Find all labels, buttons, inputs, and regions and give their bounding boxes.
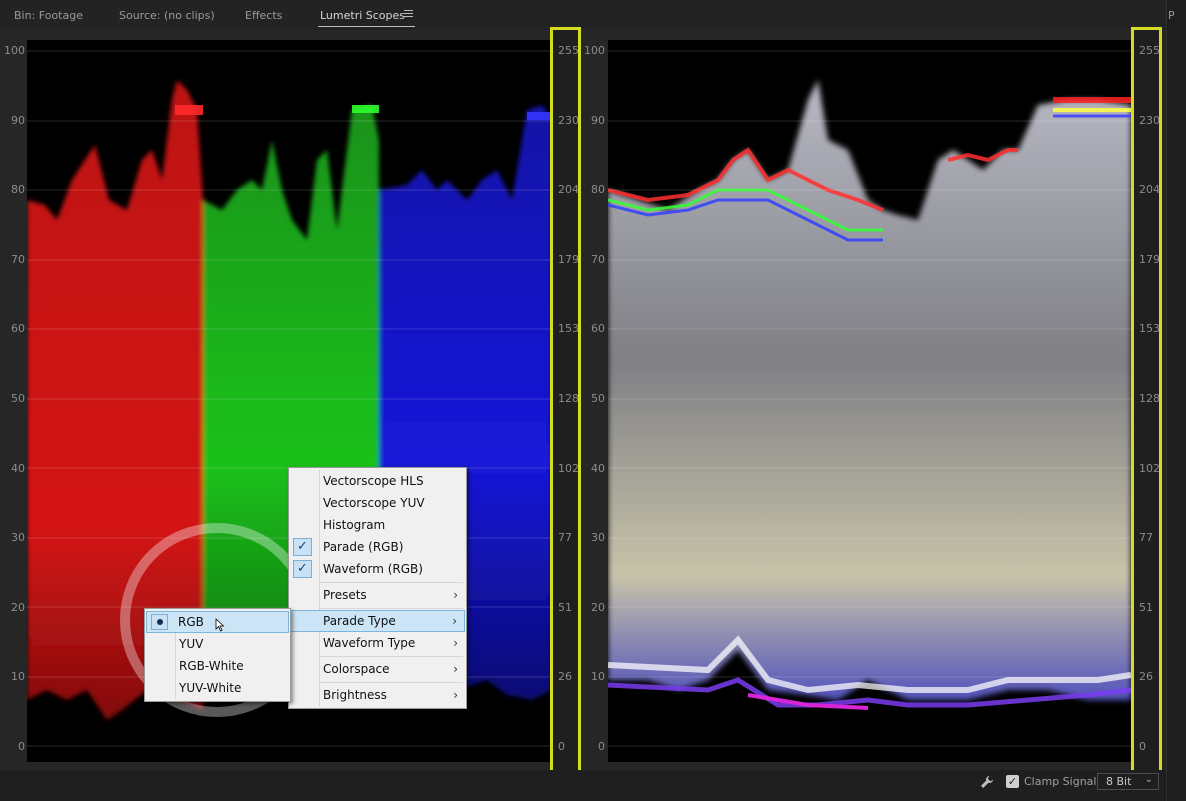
submenu-arrow-icon: › [453, 636, 458, 650]
menu-item-parade-type[interactable]: Parade Type › [290, 610, 465, 632]
scale-label: 30 [591, 531, 605, 545]
mouse-cursor-icon [215, 618, 225, 632]
submenu-arrow-icon: › [453, 688, 458, 702]
scale-label: 20 [591, 600, 605, 614]
tab-lumetri-scopes[interactable]: Lumetri Scopes [320, 9, 405, 22]
scale-label: 51 [1139, 600, 1153, 614]
clamp-signal-checkbox[interactable]: ✓ [1006, 775, 1019, 788]
menu-item-vectorscope-hls[interactable]: Vectorscope HLS [289, 470, 466, 492]
radio-selected-icon [151, 614, 168, 630]
chevron-down-icon: ⌄ [1144, 774, 1153, 785]
scope-context-menu: Vectorscope HLS Vectorscope YUV Histogra… [288, 467, 467, 709]
menu-item-parade-rgb[interactable]: ✓ Parade (RGB) [289, 536, 466, 558]
scale-label: 0 [18, 740, 25, 753]
scale-label: 0 [1139, 740, 1146, 753]
scale-label: 51 [558, 600, 572, 614]
scale-label: 100 [4, 44, 25, 57]
adjacent-panel-edge [1166, 0, 1186, 801]
scale-label: 0 [598, 740, 605, 753]
scale-label: 26 [558, 670, 572, 684]
scale-label: 230 [1139, 113, 1160, 127]
submenu-arrow-icon: › [453, 588, 458, 602]
scale-label: 26 [1139, 670, 1153, 684]
scale-label: 128 [558, 392, 579, 405]
scale-label: 40 [591, 461, 605, 475]
submenu-arrow-icon: › [453, 662, 458, 676]
submenu-item-yuv[interactable]: YUV [145, 633, 290, 655]
scale-label: 255 [558, 44, 579, 57]
scale-label: 70 [591, 252, 605, 266]
tab-source[interactable]: Source: (no clips) [119, 9, 215, 22]
scale-label: 90 [11, 113, 25, 127]
submenu-item-rgb-white[interactable]: RGB-White [145, 655, 290, 677]
scale-label: 128 [1139, 392, 1160, 405]
submenu-arrow-icon: › [452, 614, 457, 628]
scale-label: 77 [1139, 531, 1153, 545]
tab-bin-footage[interactable]: Bin: Footage [14, 9, 83, 22]
scale-label: 179 [1139, 252, 1160, 266]
menu-item-waveform-type[interactable]: Waveform Type › [289, 632, 466, 654]
scale-label: 0 [558, 740, 565, 753]
submenu-item-yuv-white[interactable]: YUV-White [145, 677, 290, 699]
scale-label: 153 [558, 322, 579, 336]
panel-menu-icon[interactable] [404, 10, 413, 18]
scale-label: 204 [558, 183, 579, 197]
menu-item-histogram[interactable]: Histogram [289, 514, 466, 536]
checkmark-icon: ✓ [293, 538, 312, 556]
scale-label: 50 [11, 392, 25, 405]
scale-label: 30 [11, 531, 25, 545]
panel-tab-bar: Bin: Footage Source: (no clips) Effects … [0, 0, 1166, 30]
clamp-signal-label: Clamp Signal [1024, 775, 1097, 788]
menu-item-waveform-rgb[interactable]: ✓ Waveform (RGB) [289, 558, 466, 580]
scale-label: 80 [591, 183, 605, 197]
scale-label: 10 [11, 670, 25, 684]
bit-depth-dropdown[interactable]: 8 Bit ⌄ [1097, 773, 1159, 790]
scale-label: 60 [591, 322, 605, 336]
scale-label: 230 [558, 113, 579, 127]
scale-label: 77 [558, 531, 572, 545]
bit-depth-value: 8 Bit [1106, 775, 1132, 788]
tab-effects[interactable]: Effects [245, 9, 282, 22]
scale-label: 60 [11, 322, 25, 336]
wrench-icon[interactable] [980, 775, 994, 789]
scale-label: 40 [11, 461, 25, 475]
scale-label: 10 [591, 670, 605, 684]
scale-label: 90 [591, 113, 605, 127]
scale-label: 102 [1139, 461, 1160, 475]
scale-label: 204 [1139, 183, 1160, 197]
scale-label: 80 [11, 183, 25, 197]
scale-label: 50 [591, 392, 605, 405]
adjacent-panel-label: P [1168, 9, 1175, 22]
scale-label: 153 [1139, 322, 1160, 336]
menu-item-brightness[interactable]: Brightness › [289, 684, 466, 706]
scale-label: 102 [558, 461, 579, 475]
scale-label: 70 [11, 252, 25, 266]
scale-label: 100 [584, 44, 605, 57]
active-tab-indicator [318, 26, 415, 27]
scale-label: 255 [1139, 44, 1160, 57]
menu-item-vectorscope-yuv[interactable]: Vectorscope YUV [289, 492, 466, 514]
menu-item-colorspace[interactable]: Colorspace › [289, 658, 466, 680]
checkmark-icon: ✓ [293, 560, 312, 578]
waveform-graphic [608, 50, 1131, 747]
scale-label: 20 [11, 600, 25, 614]
waveform-scope[interactable] [608, 40, 1131, 762]
menu-item-presets[interactable]: Presets › [289, 584, 466, 606]
scale-label: 179 [558, 252, 579, 266]
